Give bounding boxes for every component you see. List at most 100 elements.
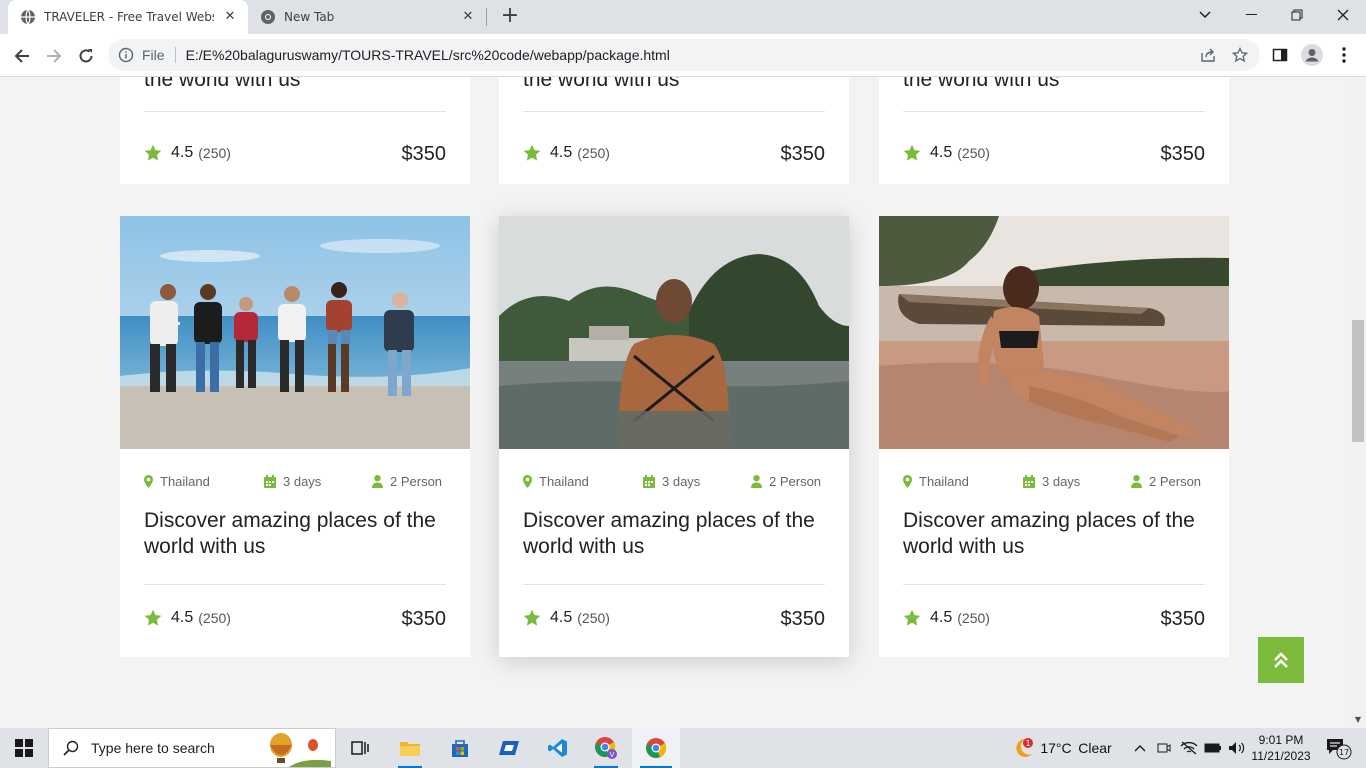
rating: 4.5 (250) xyxy=(903,609,990,627)
share-icon[interactable] xyxy=(1196,43,1220,67)
people-text: 2 Person xyxy=(1149,474,1202,489)
user-icon xyxy=(751,475,762,488)
page-scrollbar[interactable]: ▼ xyxy=(1350,77,1366,727)
package-title[interactable]: the world with us xyxy=(144,77,446,93)
volume-icon[interactable] xyxy=(1226,728,1248,768)
browser-toolbar: File E:/E%20balaguruswamy/TOURS-TRAVEL/s… xyxy=(0,34,1366,77)
microsoft-store-icon[interactable] xyxy=(440,728,480,768)
forward-button[interactable] xyxy=(40,42,68,70)
vscode-icon[interactable] xyxy=(538,728,578,768)
close-tab-icon[interactable]: ✕ xyxy=(222,9,238,25)
people-text: 2 Person xyxy=(769,474,822,489)
close-tab-icon[interactable]: ✕ xyxy=(460,9,476,25)
duration-text: 3 days xyxy=(283,474,322,489)
package-card[interactable]: the world with us 4.5 (250) $350 xyxy=(120,77,470,184)
package-card[interactable]: the world with us 4.5 (250) $350 xyxy=(879,77,1229,184)
duration-text: 3 days xyxy=(662,474,701,489)
scroll-down-arrow-icon[interactable]: ▼ xyxy=(1350,713,1366,727)
weather-condition[interactable]: Clear xyxy=(1076,728,1114,768)
windows-taskbar: Type here to search V 1 17°C Clear 9:01 … xyxy=(0,728,1366,768)
show-hidden-icons-chevron-icon[interactable] xyxy=(1130,728,1150,768)
globe-icon xyxy=(20,9,36,25)
bookmark-star-icon[interactable] xyxy=(1228,43,1252,67)
package-card[interactable]: Thailand 3 days 2 Person Discover amazin… xyxy=(879,216,1229,657)
package-card[interactable]: Thailand 3 days 2 Person Discover amazin… xyxy=(499,216,849,657)
quick-assist-icon[interactable] xyxy=(490,728,530,768)
tab-separator xyxy=(486,8,487,26)
meta-duration: 3 days xyxy=(1023,474,1080,489)
side-panel-icon[interactable] xyxy=(1268,43,1292,67)
double-chevron-up-icon xyxy=(1274,652,1288,668)
file-explorer-icon[interactable] xyxy=(390,728,430,768)
meta-location: Thailand xyxy=(144,474,210,489)
svg-text:V: V xyxy=(610,751,615,759)
meet-now-icon[interactable] xyxy=(1154,728,1174,768)
back-button[interactable] xyxy=(8,42,36,70)
location-text: Thailand xyxy=(539,474,589,489)
chrome-active-icon[interactable] xyxy=(632,728,680,768)
package-title[interactable]: Discover amazing places of the world wit… xyxy=(523,508,825,560)
battery-icon[interactable] xyxy=(1202,728,1224,768)
package-meta: Thailand 3 days 2 Person xyxy=(144,474,446,490)
package-title[interactable]: the world with us xyxy=(523,77,825,93)
weather-temperature[interactable]: 17°C xyxy=(1040,728,1072,768)
star-icon xyxy=(523,609,541,626)
package-price: $350 xyxy=(401,143,447,165)
package-title[interactable]: Discover amazing places of the world wit… xyxy=(144,508,446,560)
meta-people: 2 Person xyxy=(1131,474,1201,489)
tab-new-tab[interactable]: New Tab ✕ xyxy=(250,0,486,34)
minimize-button[interactable] xyxy=(1228,0,1274,30)
meta-people: 2 Person xyxy=(372,474,442,489)
clock-time: 9:01 PM xyxy=(1258,733,1304,747)
card-divider xyxy=(523,584,825,585)
tab-strip: TRAVELER - Free Travel Website ✕ New Tab… xyxy=(0,0,1366,34)
duration-text: 3 days xyxy=(1042,474,1081,489)
taskbar-search-box[interactable]: Type here to search xyxy=(48,728,336,768)
rating-score: 4.5 xyxy=(171,609,194,626)
new-tab-button[interactable]: + xyxy=(498,5,522,29)
weather-moon-icon[interactable]: 1 xyxy=(1008,728,1038,768)
package-card[interactable]: the world with us 4.5 (250) $350 xyxy=(499,77,849,184)
url-text[interactable]: E:/E%20balaguruswamy/TOURS-TRAVEL/src%20… xyxy=(186,47,670,63)
meta-people: 2 Person xyxy=(751,474,821,489)
info-icon[interactable] xyxy=(118,47,134,63)
tab-search-chevron-icon[interactable] xyxy=(1182,0,1228,30)
profile-avatar[interactable] xyxy=(1300,43,1324,67)
tab-title: New Tab xyxy=(284,10,335,24)
rating-count: (250) xyxy=(198,145,231,161)
map-marker-icon xyxy=(903,475,912,488)
chrome-icon xyxy=(260,9,276,25)
close-window-button[interactable] xyxy=(1320,0,1366,30)
package-title[interactable]: the world with us xyxy=(903,77,1205,93)
system-clock[interactable]: 9:01 PM 11/21/2023 xyxy=(1250,728,1312,768)
windows-logo-icon xyxy=(15,739,33,757)
notification-center-icon[interactable]: 17 xyxy=(1318,728,1358,768)
swimmer-bay-photo[interactable] xyxy=(499,216,849,449)
rating-score: 4.5 xyxy=(171,144,194,161)
map-marker-icon xyxy=(144,475,153,488)
package-title[interactable]: Discover amazing places of the world wit… xyxy=(903,508,1205,560)
restore-button[interactable] xyxy=(1274,0,1320,30)
back-to-top-button[interactable] xyxy=(1258,637,1304,683)
reload-button[interactable] xyxy=(72,42,100,70)
calendar-icon xyxy=(1023,475,1035,488)
woman-on-sand-photo[interactable] xyxy=(879,216,1229,449)
chrome-profile-icon[interactable]: V xyxy=(586,728,626,768)
page-viewport: the world with us 4.5 (250) $350 the wor… xyxy=(0,77,1350,727)
meta-location: Thailand xyxy=(523,474,589,489)
address-divider xyxy=(174,47,176,63)
task-view-icon[interactable] xyxy=(340,728,380,768)
tab-traveler[interactable]: TRAVELER - Free Travel Website ✕ xyxy=(8,0,248,34)
menu-kebab-icon[interactable] xyxy=(1332,43,1356,67)
network-offline-icon[interactable] xyxy=(1178,728,1200,768)
location-text: Thailand xyxy=(160,474,210,489)
scrollbar-thumb[interactable] xyxy=(1352,320,1364,442)
rating: 4.5 (250) xyxy=(903,144,990,162)
star-icon xyxy=(144,144,162,161)
address-bar[interactable]: File E:/E%20balaguruswamy/TOURS-TRAVEL/s… xyxy=(108,39,1260,71)
windows-start-button[interactable] xyxy=(0,728,48,768)
people-text: 2 Person xyxy=(390,474,443,489)
group-on-beach-photo[interactable] xyxy=(120,216,470,449)
package-card[interactable]: Thailand 3 days 2 Person Discover amazin… xyxy=(120,216,470,657)
meta-location: Thailand xyxy=(903,474,969,489)
